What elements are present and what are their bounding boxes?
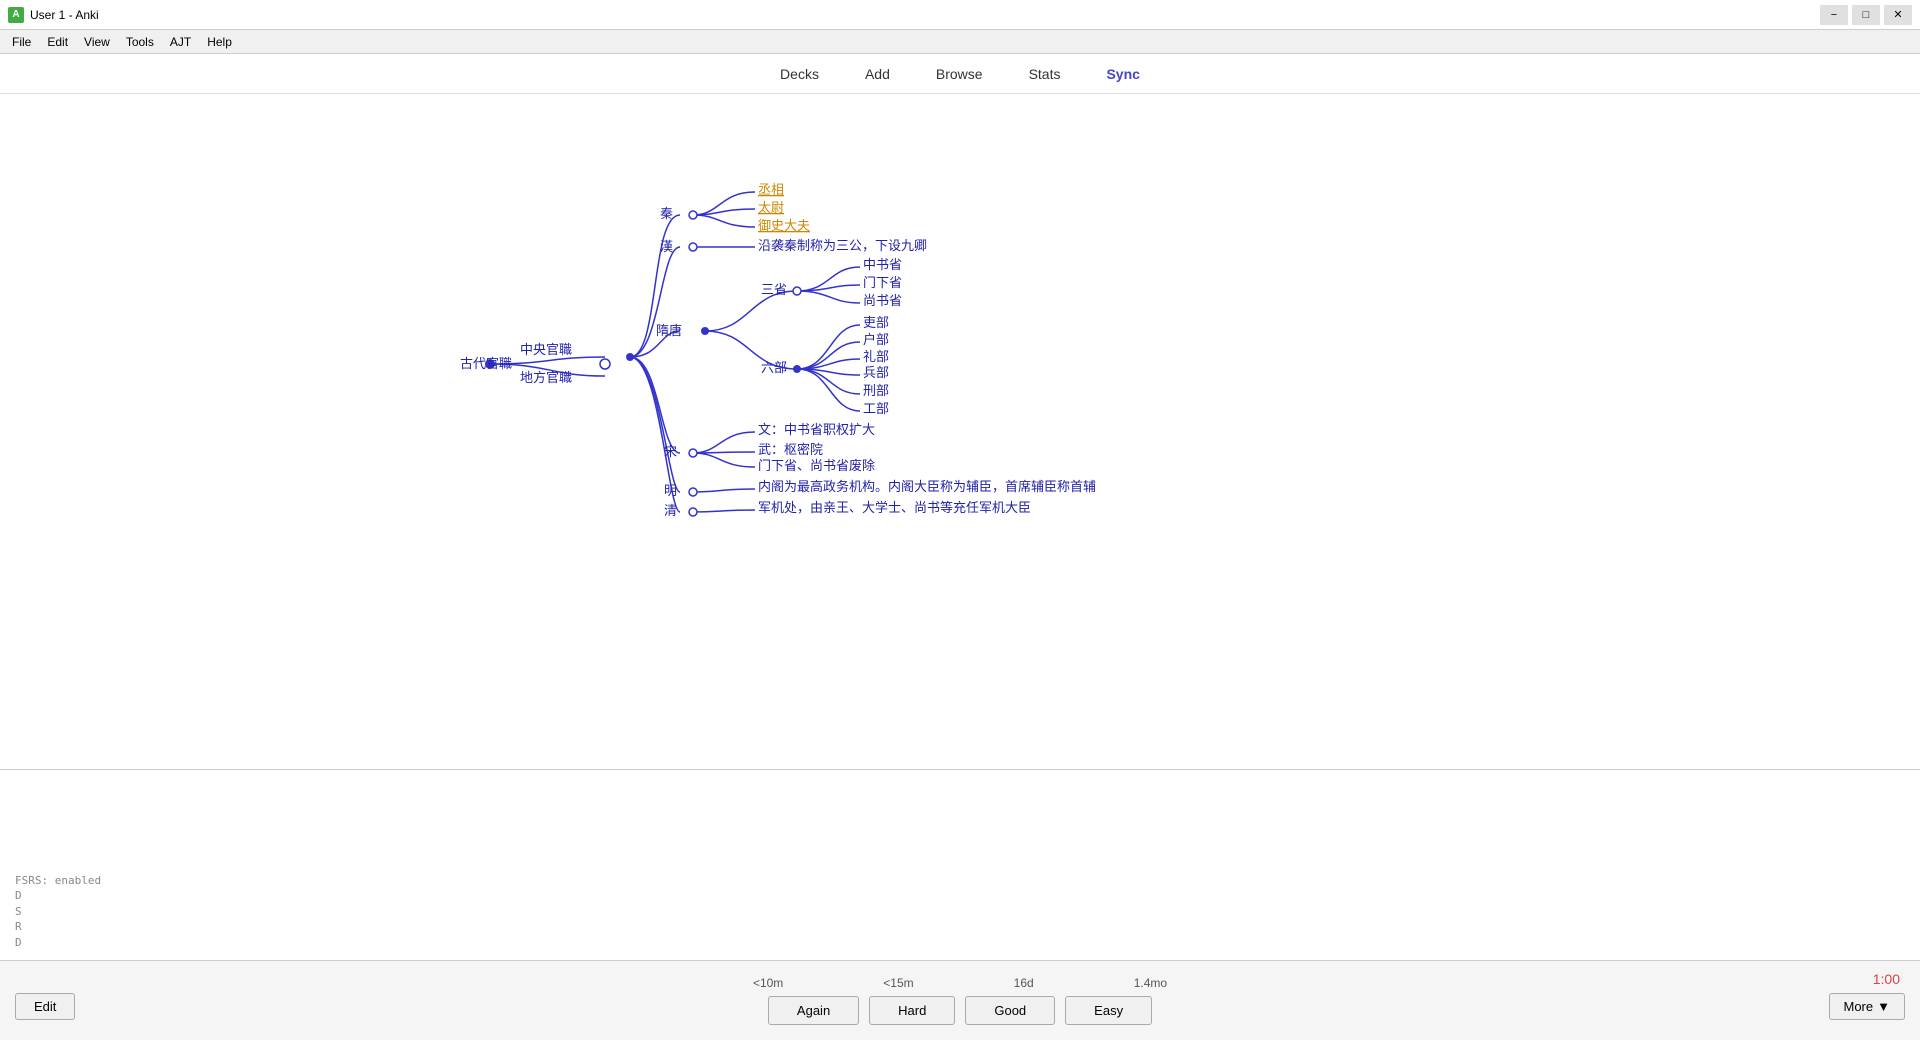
label-chengxiang: 丞相	[758, 182, 784, 197]
label-libu: 吏部	[863, 315, 889, 330]
window-controls: − □ ✕	[1820, 5, 1912, 25]
node-song	[689, 449, 697, 457]
label-qing-junjiche: 军机处，由亲王、大学士、尚书等充任军机大臣	[758, 500, 1031, 515]
status-area: FSRS: enabled D S R D	[15, 873, 101, 950]
nav-tabs: Decks Add Browse Stats Sync	[0, 54, 1920, 94]
time-easy: 1.4mo	[1134, 976, 1167, 990]
good-button[interactable]: Good	[965, 996, 1055, 1025]
time-hard: <15m	[883, 976, 913, 990]
again-button[interactable]: Again	[768, 996, 859, 1025]
label-song-wu: 武：枢密院	[758, 442, 823, 457]
window-title: User 1 - Anki	[30, 8, 1820, 22]
more-button[interactable]: More ▼	[1829, 993, 1906, 1020]
label-menxia: 门下省	[863, 275, 902, 290]
label-qin: 秦	[660, 206, 673, 221]
node-han	[689, 243, 697, 251]
menu-file[interactable]: File	[4, 33, 39, 51]
label-sansheng: 三省	[761, 282, 787, 297]
label-shangshu: 尚书省	[863, 293, 902, 308]
menu-bar: File Edit View Tools AJT Help	[0, 30, 1920, 54]
label-xingbu: 刑部	[863, 383, 889, 398]
more-label: More	[1844, 999, 1874, 1014]
content-divider	[0, 769, 1920, 770]
node-qing	[689, 508, 697, 516]
timer: 1:00	[1873, 971, 1900, 987]
label-ming: 明	[664, 483, 677, 498]
time-again: <10m	[753, 976, 783, 990]
node-central	[626, 353, 634, 361]
tab-stats[interactable]: Stats	[1021, 62, 1069, 86]
time-good: 16d	[1014, 976, 1034, 990]
label-han-desc: 沿袭秦制称为三公，下设九卿	[758, 238, 927, 253]
easy-button[interactable]: Easy	[1065, 996, 1152, 1025]
menu-ajt[interactable]: AJT	[162, 33, 199, 51]
hard-button[interactable]: Hard	[869, 996, 955, 1025]
menu-tools[interactable]: Tools	[118, 33, 162, 51]
label-suitang: 隋唐	[656, 323, 682, 338]
node-sansheng	[793, 287, 801, 295]
status-s: S	[15, 904, 101, 919]
menu-help[interactable]: Help	[199, 33, 240, 51]
maximize-button[interactable]: □	[1852, 5, 1880, 25]
label-song-fei: 门下省、尚书省废除	[758, 458, 875, 473]
tab-sync[interactable]: Sync	[1098, 62, 1147, 86]
main-content: 古代官職 中央官職 地方官職 秦 漢 隋唐 宋 明 清 三省 六部 丞相 太尉 …	[0, 94, 1920, 960]
label-yushidafu: 御史大夫	[758, 218, 810, 233]
label-gongbu: 工部	[863, 401, 889, 416]
time-row: <10m <15m 16d 1.4mo	[753, 976, 1167, 990]
status-fsrs: FSRS: enabled	[15, 873, 101, 888]
label-liubu: 六部	[761, 360, 787, 375]
label-local: 地方官職	[520, 370, 572, 385]
label-qing: 清	[664, 503, 677, 518]
label-ming-neige: 内阁为最高政务机构。内阁大臣称为辅臣，首席辅臣称首辅	[758, 479, 1096, 494]
label-song-wen: 文：中书省职权扩大	[758, 422, 875, 437]
more-arrow-icon: ▼	[1877, 999, 1890, 1014]
close-button[interactable]: ✕	[1884, 5, 1912, 25]
node-liubu	[793, 365, 801, 373]
title-bar: A User 1 - Anki − □ ✕	[0, 0, 1920, 30]
tab-add[interactable]: Add	[857, 62, 898, 86]
label-libu2: 礼部	[863, 349, 889, 364]
label-central: 中央官職	[520, 342, 572, 357]
label-taiwei: 太尉	[758, 200, 784, 215]
label-song: 宋	[664, 444, 677, 459]
node-qin	[689, 211, 697, 219]
app-icon: A	[8, 7, 24, 23]
bottom-bar: 1:00 <10m <15m 16d 1.4mo Again Hard Good…	[0, 960, 1920, 1040]
node-ming	[689, 488, 697, 496]
answer-row: Again Hard Good Easy	[768, 996, 1152, 1025]
label-hubu: 户部	[863, 332, 889, 347]
label-root: 古代官職	[460, 356, 512, 371]
menu-edit[interactable]: Edit	[39, 33, 76, 51]
status-d2: D	[15, 935, 101, 950]
tab-decks[interactable]: Decks	[772, 62, 827, 86]
node-branch	[600, 359, 610, 369]
mindmap-svg: 古代官職 中央官職 地方官職 秦 漢 隋唐 宋 明 清 三省 六部 丞相 太尉 …	[0, 94, 1920, 954]
label-zhongshu: 中书省	[863, 257, 902, 272]
node-suitang	[701, 327, 709, 335]
minimize-button[interactable]: −	[1820, 5, 1848, 25]
status-r: R	[15, 919, 101, 934]
tab-browse[interactable]: Browse	[928, 62, 991, 86]
label-han: 漢	[660, 239, 673, 254]
status-d: D	[15, 888, 101, 903]
mindmap-container: 古代官職 中央官職 地方官職 秦 漢 隋唐 宋 明 清 三省 六部 丞相 太尉 …	[0, 94, 1920, 960]
edit-button[interactable]: Edit	[15, 993, 75, 1020]
menu-view[interactable]: View	[76, 33, 118, 51]
label-bingbu: 兵部	[863, 365, 889, 380]
